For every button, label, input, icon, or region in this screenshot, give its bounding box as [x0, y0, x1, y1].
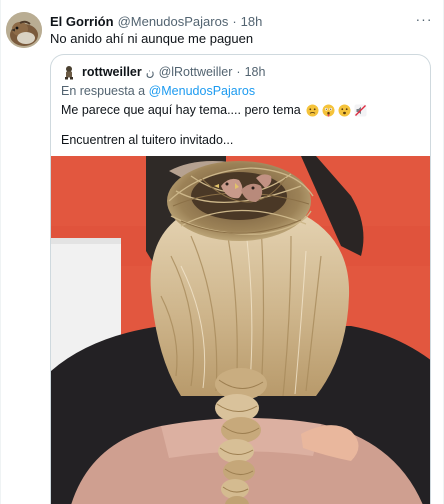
flushed-face-icon: [322, 104, 335, 117]
quoted-tweet-header: rottweiller ن @lRottweiller · 18h: [61, 64, 265, 80]
timestamp[interactable]: 18h: [241, 14, 263, 29]
tweet-header: El Gorrión @MenudosPajaros · 18h: [50, 12, 262, 30]
reply-prefix: En respuesta a: [61, 84, 146, 98]
quoted-handle: @lRottweiller: [158, 65, 233, 79]
quoted-avatar: [61, 64, 77, 80]
separator: ·: [236, 65, 241, 79]
tweet[interactable]: El Gorrión @MenudosPajaros · 18h ··· No …: [0, 0, 444, 504]
muted-speaker-icon: [354, 104, 367, 117]
reply-context: En respuesta a @MenudosPajaros: [61, 84, 255, 98]
display-name[interactable]: El Gorrión: [50, 14, 114, 29]
quoted-text-line-2: Encuentren al tuitero invitado...: [61, 133, 234, 147]
quoted-text: Me parece que aquí hay tema.... pero tem…: [61, 103, 301, 117]
reply-mention-link[interactable]: @MenudosPajaros: [149, 84, 256, 98]
avatar[interactable]: [6, 12, 42, 48]
quoted-display-name: rottweiller: [82, 65, 142, 79]
quoted-photo[interactable]: [51, 156, 430, 504]
separator: ·: [232, 13, 237, 29]
open-mouth-face-icon: [338, 104, 351, 117]
quoted-text-line-1: Me parece que aquí hay tema.... pero tem…: [61, 103, 367, 117]
quoted-tweet[interactable]: rottweiller ن @lRottweiller · 18h En res…: [50, 54, 431, 504]
user-handle[interactable]: @MenudosPajaros: [118, 14, 229, 29]
quoted-timestamp: 18h: [244, 65, 266, 79]
tweet-text: No anido ahí ni aunque me paguen: [50, 31, 254, 46]
more-options-icon[interactable]: ···: [412, 12, 436, 30]
worried-face-icon: [306, 104, 319, 117]
name-suffix: ن: [145, 65, 155, 79]
